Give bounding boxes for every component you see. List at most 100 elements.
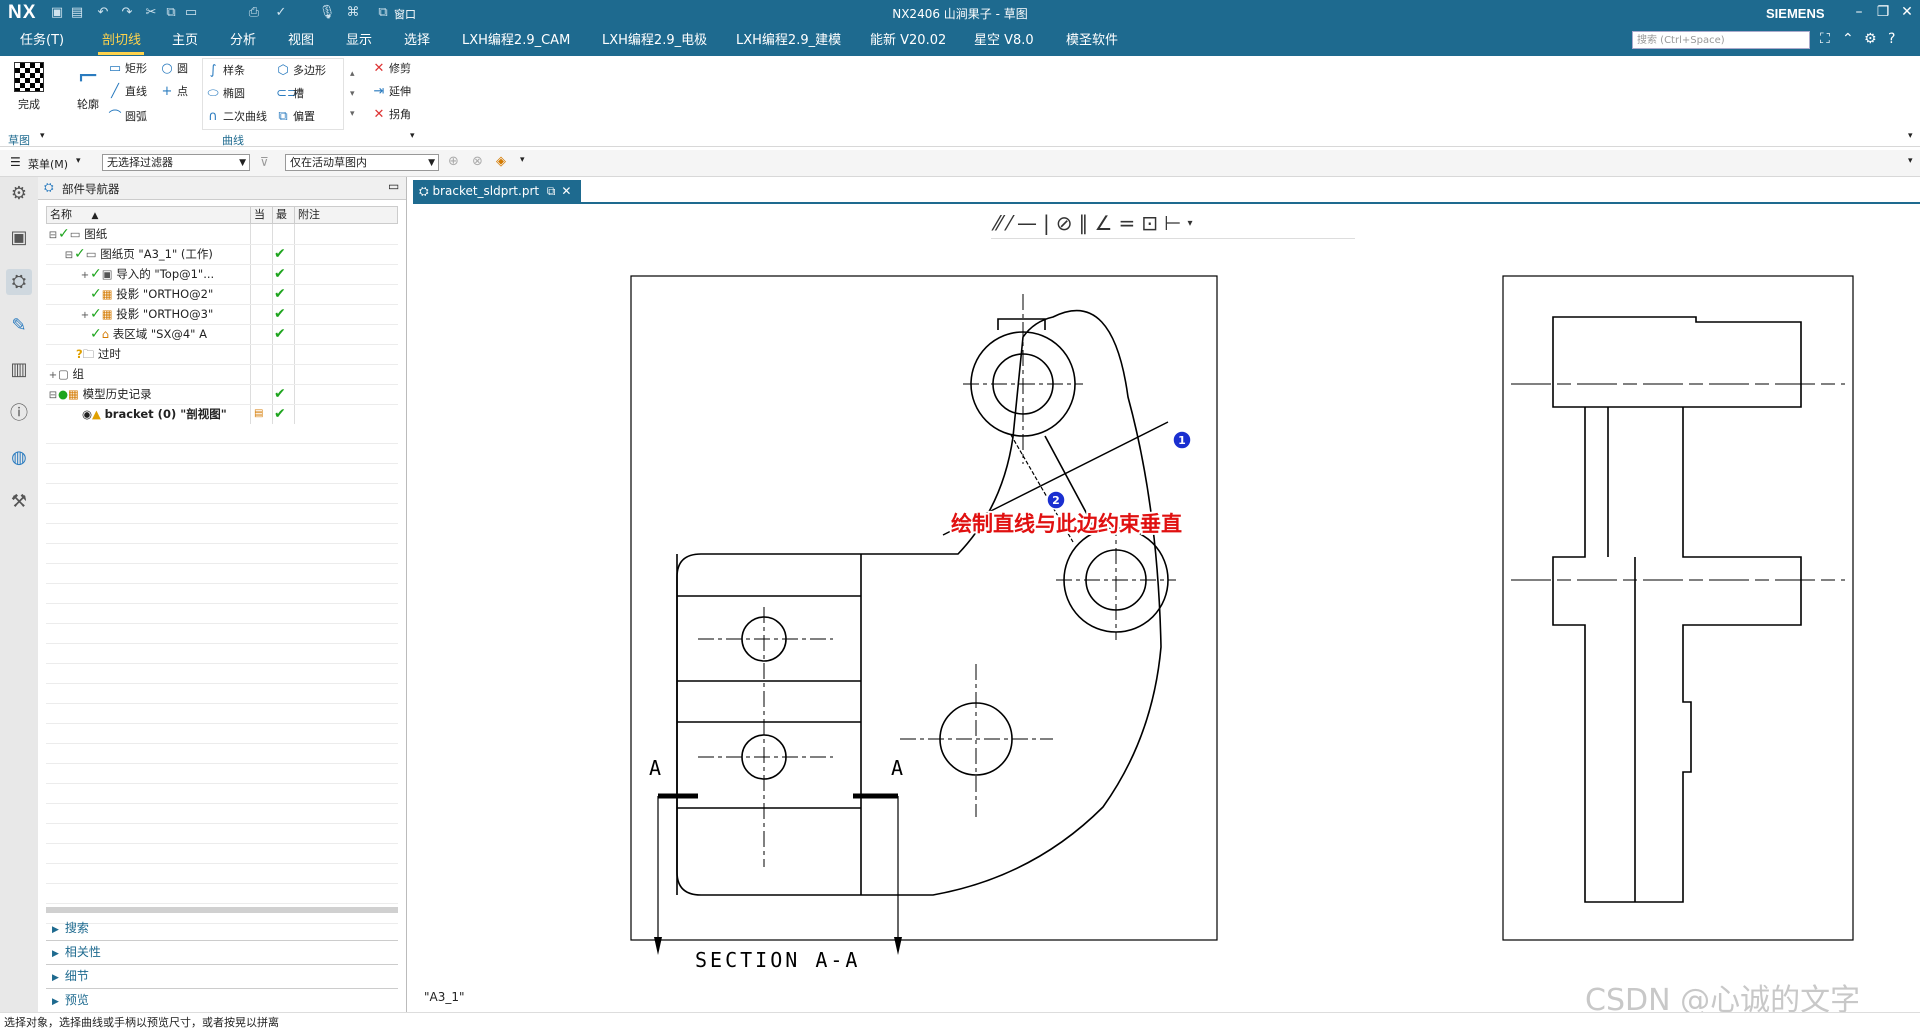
help-icon[interactable]: ?	[1888, 31, 1895, 47]
tree-row-projection-2[interactable]: ✓▦ 投影 "ORTHO@2" ✔	[46, 284, 398, 305]
menu-button[interactable]: 菜单(M)	[28, 156, 68, 172]
tree-row-sheet[interactable]: ⊟✓▭ 图纸页 "A3_1" (工作) ✔	[46, 244, 398, 265]
expand-icon[interactable]: +	[48, 366, 58, 386]
ellipse-tool[interactable]: ⬭ 椭圆	[206, 85, 245, 101]
tab-xingkong[interactable]: 星空 V8.0	[968, 26, 1040, 56]
tools-icon[interactable]: ⚒	[6, 489, 32, 515]
slot-icon: ⊂⊃	[276, 85, 298, 101]
tab-home[interactable]: 主页	[166, 26, 204, 56]
tree-row-table-region[interactable]: ✓⌂ 表区域 "SX@4" A ✔	[46, 324, 398, 345]
reuse-library-icon[interactable]: ▥	[6, 357, 32, 383]
column-latest[interactable]: 最	[273, 207, 295, 223]
ellipse-icon: ⬭	[207, 85, 219, 101]
arc-tool[interactable]: ⌒ 圆弧	[108, 106, 147, 126]
settings-gear-icon[interactable]: ⚙	[6, 181, 32, 207]
circle-tool[interactable]: ○ 圆	[160, 60, 188, 76]
expand-icon[interactable]: +	[80, 306, 90, 326]
tab-nengxin[interactable]: 能新 V20.02	[864, 26, 952, 56]
tab-analysis[interactable]: 分析	[224, 26, 262, 56]
tree-row-imported-view[interactable]: +✓▣ 导入的 "Top@1"... ✔	[46, 264, 398, 285]
side-body	[1552, 407, 1802, 903]
section-dependencies[interactable]: ▶ 相关性	[46, 941, 398, 965]
group-sketch-dropdown[interactable]: ▾	[40, 131, 45, 141]
collapse-icon[interactable]: ⊟	[64, 246, 74, 266]
tree-row-label: 导入的 "Top@1"...	[116, 267, 215, 281]
collapse-icon[interactable]: ⊟	[48, 226, 58, 246]
snap-dropdown[interactable]: ▾	[520, 155, 525, 165]
polygon-tool[interactable]: ⬡ 多边形	[276, 62, 326, 78]
tab-moshen[interactable]: 模圣软件	[1060, 26, 1124, 56]
tree-row-projection-3[interactable]: +✓▦ 投影 "ORTHO@3" ✔	[46, 304, 398, 325]
tab-task[interactable]: 任务(T)	[14, 26, 70, 56]
drawing-canvas[interactable]: A A SECTION A-A 1 2 绘制直线与此边约束垂直	[413, 177, 1920, 989]
line-tool[interactable]: ╱ 直线	[108, 83, 147, 99]
sheet-icon: ▭	[85, 247, 97, 261]
graphics-window[interactable]: ⛭ bracket_sldprt.prt ⧉ ✕ ⁄⁄ ⁄ — | ⊘ ∥ ∠ …	[413, 177, 1920, 1012]
fullscreen-icon[interactable]: ⛶	[1820, 31, 1830, 47]
close-icon[interactable]: ✕	[1896, 4, 1918, 20]
search-icon[interactable]: ⌕	[1792, 32, 1799, 47]
spline-tool[interactable]: ∫ 样条	[206, 62, 245, 78]
panel-splitter[interactable]	[46, 907, 398, 913]
corner-tool[interactable]: ✕ 拐角	[372, 106, 411, 122]
web-browser-icon[interactable]: ◍	[6, 445, 32, 471]
minimize-icon[interactable]: –	[1848, 4, 1870, 20]
tab-select[interactable]: 选择	[398, 26, 436, 56]
search-input[interactable]: 搜索 (Ctrl+Space)	[1632, 31, 1810, 49]
snap-icon[interactable]: ⊕	[448, 154, 459, 169]
assembly-navigator-icon[interactable]: ▣	[6, 225, 32, 251]
settings-icon[interactable]: ⚙	[1864, 31, 1877, 47]
tree-row-model-history[interactable]: ⊟●▦ 模型历史记录 ✔	[46, 384, 398, 405]
tab-display[interactable]: 显示	[340, 26, 378, 56]
projection-icon: ▦	[101, 287, 113, 301]
selection-scope-select[interactable]: 仅在活动草图内 ▼	[285, 154, 439, 171]
group-curve-dropdown[interactable]: ▾	[410, 131, 415, 141]
section-details[interactable]: ▶ 细节	[46, 965, 398, 989]
conic-tool[interactable]: ∩ 二次曲线	[206, 108, 267, 124]
collapse-ribbon-icon[interactable]: ⌃	[1842, 31, 1854, 47]
selection-filter-select[interactable]: 无选择过滤器 ▼	[102, 154, 250, 171]
tree-row-group[interactable]: +▢ 组	[46, 364, 398, 385]
extend-tool[interactable]: ⇥ 延伸	[372, 83, 411, 99]
tab-lxh-electrode[interactable]: LXH编程2.9_电极	[596, 26, 713, 56]
annotation-text: 绘制直线与此边约束垂直	[951, 512, 1182, 536]
collapse-icon[interactable]: ⊟	[48, 386, 58, 406]
tree-row-drawing[interactable]: ⊟✓▭ 图纸	[46, 224, 398, 245]
tab-lxh-modeling[interactable]: LXH编程2.9_建模	[730, 26, 847, 56]
check-icon: ✓	[58, 226, 70, 242]
column-name[interactable]: 名称 ▲	[47, 207, 251, 223]
drafting-icon[interactable]: ✎	[6, 313, 32, 339]
check-icon: ✓	[90, 286, 102, 302]
offset-tool[interactable]: ⧉ 偏置	[276, 108, 315, 124]
part-navigator-icon[interactable]: ⛭	[6, 269, 32, 295]
column-notes[interactable]: 附注	[295, 207, 399, 223]
snap-point-icon[interactable]: ⊗	[472, 154, 483, 169]
point-label: 点	[177, 85, 188, 98]
column-current[interactable]: 当	[251, 207, 273, 223]
point-tool[interactable]: + 点	[160, 83, 188, 99]
ribbon-options-dropdown[interactable]: ▾	[1908, 131, 1913, 141]
snap-settings-icon[interactable]: ◈	[496, 154, 506, 169]
profile-button[interactable]: ⌐ 轮廓	[70, 62, 106, 112]
toolbar-options[interactable]: ▾	[1908, 156, 1913, 166]
info-icon[interactable]: ⓘ	[6, 401, 32, 427]
trim-tool[interactable]: ✕ 修剪	[372, 60, 411, 76]
tree-row-bracket-sketch[interactable]: ◉▲ bracket (0) "剖视图" ▤ ✔	[46, 404, 398, 425]
section-search[interactable]: ▶ 搜索	[46, 917, 398, 941]
rectangle-tool[interactable]: ▭ 矩形	[108, 60, 147, 76]
tree-row-outdated[interactable]: ?🗀 过时	[46, 344, 398, 365]
maximize-panel-icon[interactable]: ▭	[388, 179, 399, 193]
filter-icon[interactable]: ⊽	[260, 155, 269, 169]
visibility-eye-icon[interactable]: ◉	[82, 407, 92, 421]
restore-icon[interactable]: ❐	[1872, 4, 1894, 20]
section-preview[interactable]: ▶ 预览	[46, 989, 398, 1013]
gallery-scroll[interactable]: ▴ ▾ ▾	[350, 64, 355, 124]
arc-label: 圆弧	[125, 109, 147, 123]
menu-icon[interactable]: ☰	[10, 155, 21, 169]
tab-view[interactable]: 视图	[282, 26, 320, 56]
slot-tool[interactable]: ⊂⊃ 槽	[276, 85, 304, 101]
drawing-icon: ▭	[69, 227, 81, 241]
finish-button[interactable]: 完成	[10, 62, 48, 112]
expand-icon[interactable]: +	[80, 266, 90, 286]
tab-lxh-cam[interactable]: LXH编程2.9_CAM	[456, 26, 576, 56]
